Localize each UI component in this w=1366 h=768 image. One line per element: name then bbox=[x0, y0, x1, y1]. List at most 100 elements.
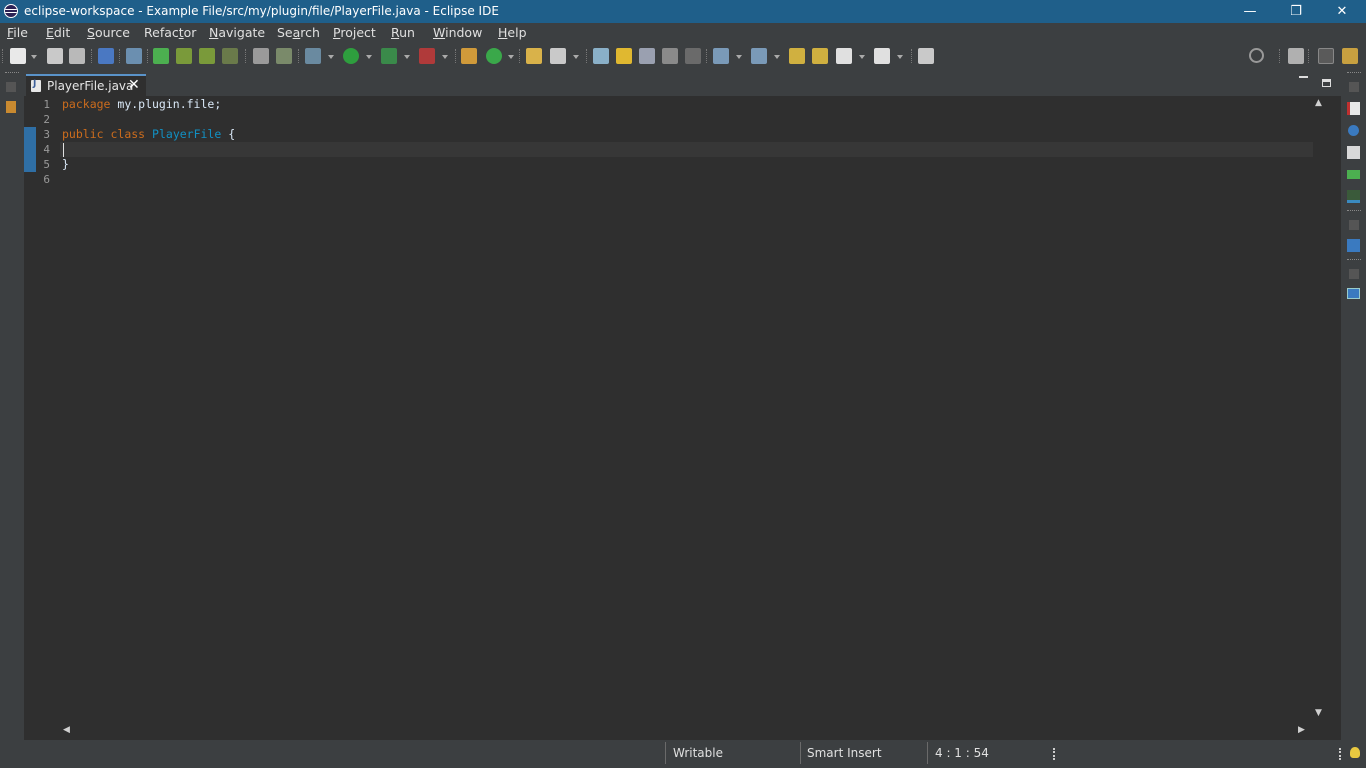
menu-refactor[interactable]: Refactor bbox=[144, 25, 196, 40]
restore-view-icon[interactable] bbox=[1349, 82, 1359, 92]
menu-project[interactable]: Project bbox=[333, 25, 376, 40]
new-java-class-icon[interactable] bbox=[486, 48, 502, 64]
scroll-right-icon[interactable]: ▶ bbox=[1298, 725, 1305, 735]
trim-handle[interactable] bbox=[5, 72, 19, 76]
save-all-icon[interactable] bbox=[69, 48, 85, 64]
keyword: class bbox=[110, 127, 146, 141]
chevron-down-icon[interactable] bbox=[442, 55, 448, 59]
toggle-breadcrumb-icon[interactable] bbox=[593, 48, 609, 64]
minimize-button[interactable]: — bbox=[1227, 0, 1273, 23]
horizontal-scrollbar[interactable]: ◀ ▶ bbox=[60, 724, 1313, 739]
menu-navigate[interactable]: Navigate bbox=[209, 25, 265, 40]
step-over-icon[interactable] bbox=[199, 48, 215, 64]
toolbar-separator bbox=[2, 49, 5, 63]
git-perspective-icon[interactable] bbox=[1342, 48, 1358, 64]
menu-file[interactable]: File bbox=[7, 25, 28, 40]
menu-bar: File Edit Source Refactor Navigate Searc… bbox=[0, 23, 1366, 42]
mark-occurrences-icon[interactable] bbox=[616, 48, 632, 64]
new-icon[interactable] bbox=[10, 48, 26, 64]
next-annotation-icon[interactable] bbox=[713, 48, 729, 64]
minimize-editor-icon[interactable] bbox=[1299, 76, 1308, 78]
scroll-down-icon[interactable]: ▼ bbox=[1315, 708, 1322, 718]
new-java-package-icon[interactable] bbox=[461, 48, 477, 64]
chevron-down-icon[interactable] bbox=[736, 55, 742, 59]
sync-icon[interactable] bbox=[276, 48, 292, 64]
menu-help[interactable]: Help bbox=[498, 25, 527, 40]
step-return-icon[interactable] bbox=[222, 48, 238, 64]
run-icon[interactable] bbox=[343, 48, 359, 64]
search-tool-icon[interactable] bbox=[550, 48, 566, 64]
outline-icon[interactable] bbox=[1347, 239, 1360, 252]
declaration-icon[interactable] bbox=[1347, 146, 1360, 159]
menu-source[interactable]: Source bbox=[87, 25, 130, 40]
forward-edit-icon[interactable] bbox=[812, 48, 828, 64]
coverage-icon[interactable] bbox=[381, 48, 397, 64]
refresh-icon[interactable] bbox=[153, 48, 169, 64]
close-button[interactable]: ✕ bbox=[1319, 0, 1365, 23]
chevron-down-icon[interactable] bbox=[31, 55, 37, 59]
chevron-down-icon[interactable] bbox=[508, 55, 514, 59]
progress-icon[interactable] bbox=[1347, 190, 1360, 203]
chevron-down-icon[interactable] bbox=[573, 55, 579, 59]
status-bar: Writable Smart Insert 4 : 1 : 54 bbox=[0, 740, 1366, 768]
previous-annotation-icon[interactable] bbox=[751, 48, 767, 64]
menu-window[interactable]: Window bbox=[433, 25, 482, 40]
back-arrow-icon[interactable] bbox=[836, 48, 852, 64]
toolbar-separator bbox=[91, 49, 94, 63]
external-tools-icon[interactable] bbox=[419, 48, 435, 64]
restore-view-icon[interactable] bbox=[1349, 269, 1359, 279]
menu-edit[interactable]: Edit bbox=[46, 25, 70, 40]
tab-playerfile-java[interactable]: PlayerFile.java ✕ bbox=[26, 74, 146, 96]
word-wrap-icon[interactable] bbox=[662, 48, 678, 64]
trim-handle[interactable] bbox=[1347, 210, 1361, 214]
console-icon[interactable] bbox=[1347, 170, 1360, 179]
maximize-editor-icon[interactable] bbox=[1322, 79, 1331, 87]
status-menu-handle[interactable] bbox=[1053, 748, 1057, 760]
step-into-icon[interactable] bbox=[176, 48, 192, 64]
task-list-icon[interactable] bbox=[1347, 102, 1360, 115]
show-whitespace-icon[interactable] bbox=[685, 48, 701, 64]
chevron-down-icon[interactable] bbox=[774, 55, 780, 59]
vertical-scrollbar[interactable]: ▲ ▼ bbox=[1313, 96, 1328, 723]
terminal-icon[interactable] bbox=[98, 48, 114, 64]
javadoc-icon[interactable] bbox=[1348, 125, 1359, 136]
code-editor[interactable] bbox=[24, 96, 1313, 723]
search-icon[interactable] bbox=[1249, 48, 1264, 63]
trim-handle[interactable] bbox=[1347, 259, 1361, 263]
pin-editor-icon[interactable] bbox=[918, 48, 934, 64]
chevron-down-icon[interactable] bbox=[328, 55, 334, 59]
chevron-down-icon[interactable] bbox=[404, 55, 410, 59]
open-perspective-icon[interactable] bbox=[1288, 48, 1304, 64]
status-menu-handle[interactable] bbox=[1339, 748, 1343, 760]
debug-icon[interactable] bbox=[305, 48, 321, 64]
trim-handle[interactable] bbox=[1347, 72, 1361, 76]
package-explorer-icon[interactable] bbox=[6, 101, 16, 113]
toolbar-separator bbox=[298, 49, 301, 63]
line-number: 4 bbox=[43, 143, 50, 156]
lightbulb-icon[interactable] bbox=[1350, 747, 1360, 758]
chevron-down-icon[interactable] bbox=[859, 55, 865, 59]
code-text: } bbox=[62, 157, 69, 171]
scroll-up-icon[interactable]: ▲ bbox=[1315, 98, 1322, 108]
save-icon[interactable] bbox=[47, 48, 63, 64]
java-perspective-icon[interactable] bbox=[1318, 48, 1334, 64]
menu-run[interactable]: Run bbox=[391, 25, 415, 40]
restore-view-icon[interactable] bbox=[1349, 220, 1359, 230]
restore-view-icon[interactable] bbox=[6, 82, 16, 92]
forward-arrow-icon[interactable] bbox=[874, 48, 890, 64]
class-name: PlayerFile bbox=[152, 127, 222, 141]
restore-button[interactable]: ❐ bbox=[1273, 0, 1319, 23]
problems-icon[interactable] bbox=[1347, 288, 1360, 299]
chevron-down-icon[interactable] bbox=[366, 55, 372, 59]
server-icon[interactable] bbox=[253, 48, 269, 64]
chevron-down-icon[interactable] bbox=[897, 55, 903, 59]
open-type-icon[interactable] bbox=[526, 48, 542, 64]
block-selection-icon[interactable] bbox=[639, 48, 655, 64]
skip-breakpoints-icon[interactable] bbox=[126, 48, 142, 64]
left-trim bbox=[0, 70, 23, 740]
code-text: my.plugin.file; bbox=[110, 97, 222, 111]
close-tab-icon[interactable]: ✕ bbox=[128, 77, 140, 93]
last-edit-location-icon[interactable] bbox=[789, 48, 805, 64]
menu-search[interactable]: Search bbox=[277, 25, 320, 40]
scroll-left-icon[interactable]: ◀ bbox=[63, 725, 70, 735]
